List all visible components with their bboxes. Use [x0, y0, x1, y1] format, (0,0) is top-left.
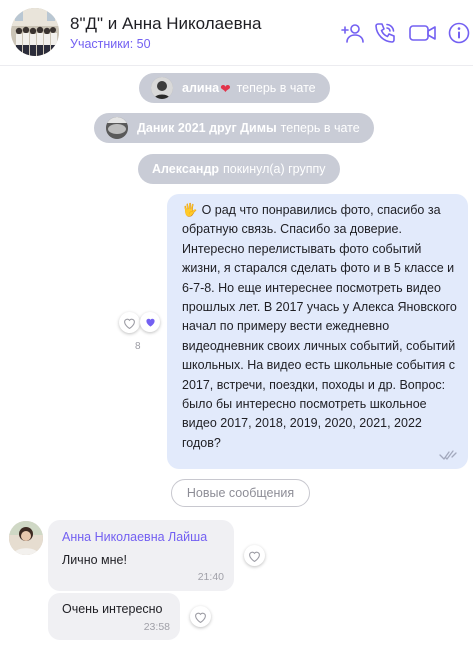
system-user-name[interactable]: алина — [182, 81, 219, 95]
message-time: 21:40 — [197, 571, 224, 583]
info-icon[interactable] — [446, 20, 472, 46]
outgoing-message[interactable]: 🖐 О рад что понравились фото, спасибо за … — [167, 194, 468, 469]
system-text: теперь в чате — [280, 121, 360, 135]
new-messages-divider: Новые сообщения — [171, 479, 310, 507]
message-text: 🖐 О рад что понравились фото, спасибо за … — [182, 201, 462, 453]
incoming-message[interactable]: Анна Николаевна Лайша Лично мне! 21:40 — [48, 520, 234, 591]
incoming-message[interactable]: Очень интересно 23:58 — [48, 593, 180, 640]
group-avatar[interactable] — [11, 8, 59, 56]
message-text: Очень интересно — [62, 602, 163, 616]
system-message: алина ❤ теперь в чате — [139, 73, 330, 103]
like-button[interactable] — [119, 312, 140, 333]
message-body: О рад что понравились фото, спасибо за о… — [182, 203, 457, 450]
message-time: 23:58 — [143, 621, 170, 633]
chat-header: 8"Д" и Анна Николаевна Участники: 50 — [0, 0, 473, 66]
avatar[interactable] — [151, 77, 173, 99]
system-user-name[interactable]: Александр — [152, 162, 219, 176]
system-message: Даник 2021 друг Димы теперь в чате — [94, 113, 374, 143]
heart-emoji: ❤ — [220, 81, 231, 96]
avatar[interactable] — [9, 521, 43, 555]
like-button[interactable] — [244, 545, 265, 566]
add-participant-icon[interactable] — [340, 20, 366, 46]
sender-name[interactable]: Анна Николаевна Лайша — [62, 530, 207, 544]
system-text: теперь в чате — [236, 81, 316, 95]
delivered-icon — [439, 448, 457, 460]
avatar[interactable] — [106, 117, 128, 139]
waving-hand-emoji: 🖐 — [182, 203, 198, 217]
system-message: Александр покинул(а) группу — [138, 154, 340, 184]
liked-heart-icon[interactable] — [140, 312, 160, 332]
chat-title[interactable]: 8"Д" и Анна Николаевна — [70, 14, 261, 34]
system-user-name[interactable]: Даник 2021 друг Димы — [137, 121, 277, 135]
like-count[interactable]: 8 — [135, 341, 141, 352]
video-icon[interactable] — [408, 20, 438, 46]
participants-count[interactable]: Участники: 50 — [70, 37, 151, 51]
system-text: покинул(а) группу — [223, 162, 326, 176]
message-text: Лично мне! — [62, 553, 127, 567]
like-button[interactable] — [190, 606, 211, 627]
reactions: 8 — [118, 312, 162, 357]
phone-icon[interactable] — [372, 20, 398, 46]
